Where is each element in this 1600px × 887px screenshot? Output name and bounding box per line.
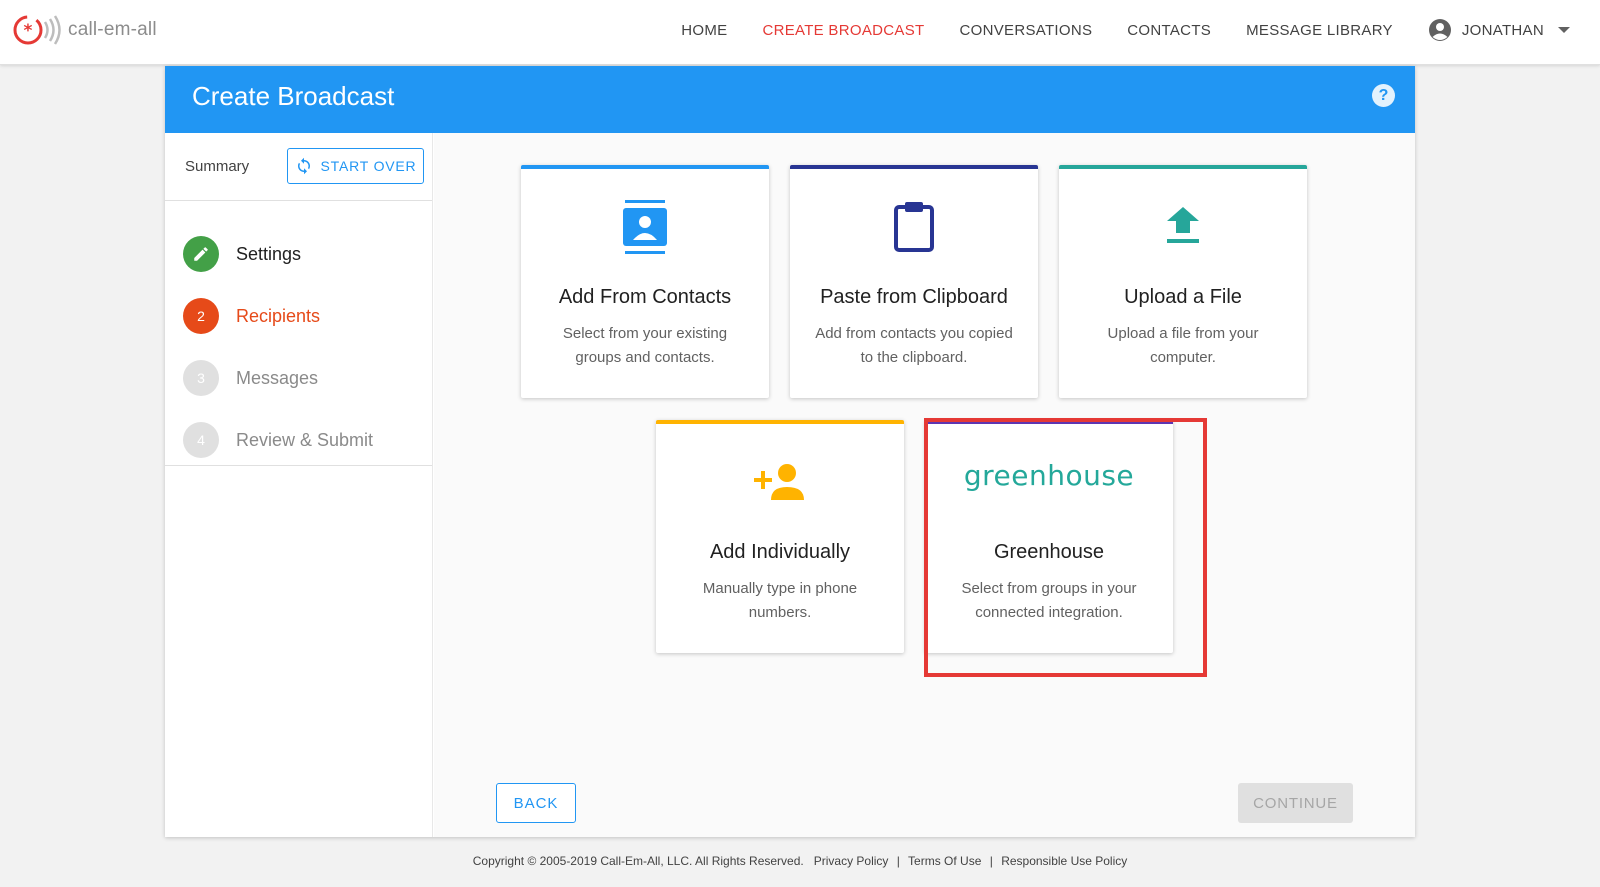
step-settings[interactable]: Settings — [165, 223, 432, 285]
card-paste-from-clipboard[interactable]: Paste from Clipboard Add from contacts y… — [790, 165, 1038, 398]
card-description: Add from contacts you copied to the clip… — [815, 325, 1013, 366]
footer-separator: | — [896, 854, 900, 868]
brand-name: call-em-all — [68, 19, 157, 40]
person-add-icon — [754, 464, 804, 500]
recipients-content: Add From Contacts Select from your exist… — [434, 133, 1415, 837]
step-label: Settings — [236, 243, 302, 264]
step-label: Recipients — [236, 305, 321, 326]
card-upload-a-file[interactable]: Upload a File Upload a file from your co… — [1059, 165, 1307, 398]
panel-header: Create Broadcast ? — [165, 66, 1415, 133]
account-circle-icon — [1428, 19, 1451, 41]
nav-create-broadcast[interactable]: CREATE BROADCAST — [762, 22, 924, 39]
responsible-use-policy-link[interactable]: Responsible Use Policy — [1001, 854, 1127, 868]
card-title: Add Individually — [709, 541, 851, 563]
card-title: Paste from Clipboard — [820, 286, 1008, 308]
user-menu[interactable]: JONATHAN — [1428, 18, 1570, 42]
step-number: 4 — [183, 422, 219, 458]
card-description: Upload a file from your computer. — [1107, 325, 1259, 366]
step-review-submit[interactable]: 4 Review & Submit — [165, 409, 432, 471]
footer-separator: | — [989, 854, 993, 868]
nav-contacts[interactable]: CONTACTS — [1127, 22, 1211, 39]
card-description: Manually type in phone numbers. — [702, 580, 858, 621]
step-messages[interactable]: 3 Messages — [165, 347, 432, 409]
card-greenhouse[interactable]: greenhouse Greenhouse Select from groups… — [925, 420, 1173, 653]
svg-text:greenhouse: greenhouse — [964, 459, 1134, 492]
page-footer: Copyright © 2005-2019 Call-Em-All, LLC. … — [0, 854, 1600, 868]
step-label: Messages — [236, 367, 319, 388]
card-icon-wrap — [521, 197, 769, 257]
card-title: Greenhouse — [993, 541, 1105, 563]
nav-conversations[interactable]: CONVERSATIONS — [959, 22, 1092, 39]
wizard-steps: Settings 2 Recipients 3 Messages 4 Revie… — [165, 201, 432, 466]
card-icon-wrap — [1059, 197, 1307, 257]
card-icon-wrap — [656, 452, 904, 512]
step-label: Review & Submit — [236, 429, 374, 450]
start-over-button[interactable]: START OVER — [287, 148, 424, 184]
step-recipients[interactable]: 2 Recipients — [165, 285, 432, 347]
nav-home[interactable]: HOME — [681, 22, 727, 39]
continue-button[interactable]: CONTINUE — [1238, 783, 1353, 823]
svg-text:*: * — [24, 21, 33, 41]
card-description: Select from groups in your connected int… — [961, 580, 1137, 621]
wizard-sidebar: Summary START OVER Settings 2 Recipients — [165, 133, 433, 837]
page-title: Create Broadcast — [192, 81, 395, 111]
help-icon[interactable]: ? — [1372, 84, 1395, 107]
copyright-text: Copyright © 2005-2019 Call-Em-All, LLC. … — [472, 854, 804, 868]
step-number: 2 — [183, 298, 219, 334]
step-number: 3 — [183, 360, 219, 396]
card-add-individually[interactable]: Add Individually Manually type in phone … — [656, 420, 904, 653]
main-nav: HOME CREATE BROADCAST CONVERSATIONS CONT… — [681, 0, 1600, 60]
card-title: Add From Contacts — [558, 286, 732, 308]
card-icon-wrap — [790, 197, 1038, 257]
nav-message-library[interactable]: MESSAGE LIBRARY — [1246, 22, 1393, 39]
chevron-down-icon — [1558, 27, 1570, 33]
greenhouse-logo: greenhouse — [964, 459, 1134, 492]
card-icon-wrap: greenhouse — [925, 452, 1173, 512]
start-over-label: START OVER — [320, 158, 417, 174]
call-em-all-logo-icon: * — [13, 15, 61, 45]
card-title: Upload a File — [1124, 286, 1242, 308]
summary-row: Summary START OVER — [165, 133, 432, 201]
refresh-icon — [297, 157, 310, 175]
top-navbar: * call-em-all HOME CREATE BROADCAST CONV… — [0, 0, 1600, 65]
upload-icon — [1167, 207, 1199, 243]
user-name: JONATHAN — [1461, 21, 1544, 39]
contacts-icon — [623, 200, 667, 254]
privacy-policy-link[interactable]: Privacy Policy — [814, 854, 889, 868]
card-description: Select from your existing groups and con… — [562, 325, 728, 366]
card-add-from-contacts[interactable]: Add From Contacts Select from your exist… — [521, 165, 769, 398]
clipboard-icon — [894, 202, 934, 252]
terms-of-use-link[interactable]: Terms Of Use — [908, 854, 981, 868]
summary-label: Summary — [185, 158, 250, 175]
brand-logo[interactable]: * call-em-all — [12, 12, 157, 48]
back-button[interactable]: BACK — [496, 783, 576, 823]
pencil-icon — [194, 247, 208, 261]
step-done-circle — [183, 236, 219, 272]
create-broadcast-panel: Create Broadcast ? Summary START OVER Se… — [165, 66, 1415, 837]
